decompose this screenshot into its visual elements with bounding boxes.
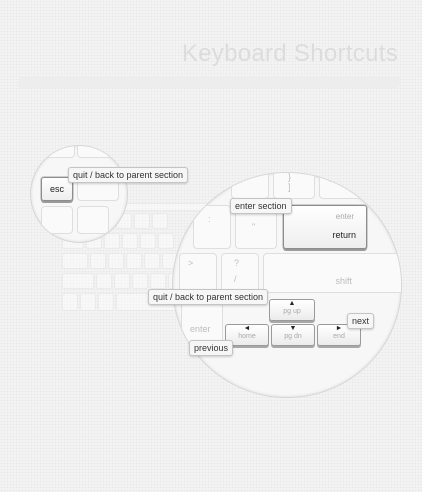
slash-key-label: /: [234, 274, 237, 284]
quote-key-label: ": [252, 222, 256, 232]
return-tooltip: enter section: [230, 198, 292, 214]
previous-tooltip: previous: [189, 340, 234, 356]
pg-up-key: ▲ pg up: [269, 299, 315, 321]
arrows-tooltip: quit / back to parent section: [148, 289, 269, 305]
brace-key-label: }: [288, 172, 292, 182]
shift-key-label: shift: [335, 276, 352, 286]
bracket-key-label: ]: [288, 182, 291, 192]
esc-magnifier: esc: [30, 145, 128, 243]
return-key: enter return: [283, 205, 367, 249]
page-title: Keyboard Shortcuts: [181, 40, 398, 67]
colon-key-label: :: [208, 214, 211, 224]
title-underline: [18, 76, 400, 88]
numpad-enter-label: enter: [190, 324, 211, 334]
enter-legend: enter: [335, 212, 354, 221]
pipe-key-label: \: [328, 174, 331, 184]
esc-tooltip: quit / back to parent section: [68, 167, 189, 183]
left-arrow-icon: ◄: [243, 325, 251, 332]
question-key-label: ?: [234, 258, 240, 268]
next-tooltip: next: [347, 313, 375, 329]
greater-key-label: >: [188, 258, 194, 268]
right-arrow-icon: ►: [335, 325, 343, 332]
down-arrow-icon: ▼: [289, 325, 297, 332]
pg-dn-key: ▼ pg dn: [271, 324, 315, 346]
up-arrow-icon: ▲: [288, 300, 296, 307]
